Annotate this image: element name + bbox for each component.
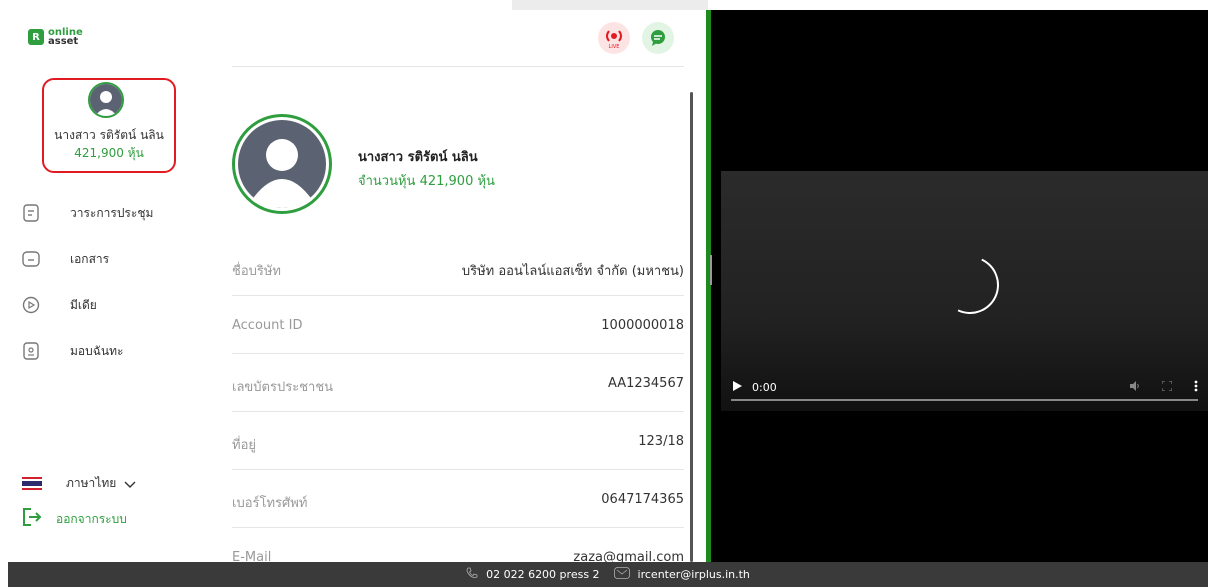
info-row-company: ชื่อบริษัท บริษัท ออนไลน์แอสเซ็ท จำกัด (…: [232, 238, 684, 296]
info-value: 1000000018: [601, 318, 684, 333]
sidebar-item-documents[interactable]: เอกสาร: [22, 236, 153, 282]
avatar: [88, 82, 124, 118]
loading-spinner-icon: [932, 247, 1008, 323]
info-value: 0647174365: [601, 492, 684, 507]
volume-icon[interactable]: [1130, 380, 1140, 394]
footer-email[interactable]: ircenter@irplus.in.th: [638, 568, 750, 581]
video-player[interactable]: 0:00: [711, 10, 1208, 562]
logout-label: ออกจากระบบ: [56, 511, 127, 526]
chevron-down-icon: [124, 474, 136, 493]
info-label: ชื่อบริษัท: [232, 264, 282, 279]
more-options-icon[interactable]: [1194, 380, 1198, 395]
footer-phone: 02 022 6200 press 2: [486, 568, 600, 581]
top-gray-strip: [512, 0, 708, 10]
language-selector[interactable]: ภาษาไทย: [22, 474, 136, 493]
logo-mark-icon: R: [28, 29, 44, 45]
profile-shares: จำนวนหุ้น 421,900 หุ้น: [358, 174, 495, 189]
user-silhouette-icon: [238, 120, 326, 208]
play-icon[interactable]: [733, 380, 742, 394]
profile-name: นางสาว รติรัตน์ นลิน: [54, 128, 164, 142]
play-circle-icon: [22, 296, 40, 314]
info-label: เบอร์โทรศัพท์: [232, 496, 308, 511]
profile-info-table: ชื่อบริษัท บริษัท ออนไลน์แอสเซ็ท จำกัด (…: [232, 238, 684, 586]
profile-shares: 421,900 หุ้น: [74, 146, 144, 160]
sidebar-item-label: วาระการประชุม: [70, 205, 154, 220]
logout-button[interactable]: ออกจากระบบ: [22, 508, 127, 530]
profile-panel: LIVE นางสาว รติรัตน์ นลิน จำนวนหุ้น 421,…: [210, 10, 706, 565]
profile-name: นางสาว รติรัตน์ นลิน: [358, 150, 478, 165]
sidebar-item-label: มอบฉันทะ: [70, 343, 124, 358]
sidebar-item-agenda[interactable]: วาระการประชุม: [22, 190, 153, 236]
info-value: AA1234567: [607, 376, 684, 391]
agenda-icon: [22, 204, 40, 222]
chat-button[interactable]: [642, 22, 674, 54]
chat-bubble-icon: [651, 30, 665, 46]
info-value: บริษัท ออนไลน์แอสเซ็ท จำกัด (มหาชน): [461, 264, 684, 279]
email-icon: [613, 567, 630, 582]
sidebar-item-proxy[interactable]: มอบฉันทะ: [22, 328, 153, 374]
video-progress-bar[interactable]: [731, 399, 1198, 401]
logo[interactable]: R online asset: [28, 28, 83, 47]
info-label: ที่อยู่: [232, 438, 256, 453]
proxy-document-icon: [22, 342, 40, 360]
header-actions: LIVE: [598, 22, 674, 54]
svg-text:LIVE: LIVE: [609, 44, 620, 50]
thai-flag-icon: [22, 476, 42, 491]
scrollbar[interactable]: [690, 92, 693, 562]
language-label: ภาษาไทย: [66, 476, 117, 490]
info-row-address: ที่อยู่ 123/18: [232, 412, 684, 470]
resize-handle[interactable]: [710, 255, 712, 285]
sidebar-item-label: มีเดีย: [70, 297, 97, 312]
info-row-id-card: เลขบัตรประชาชน AA1234567: [232, 354, 684, 412]
folder-icon: [22, 250, 40, 268]
video-controls: 0:00: [721, 372, 1198, 402]
info-row-account-id: Account ID 1000000018: [232, 296, 684, 354]
info-row-phone: เบอร์โทรศัพท์ 0647174365: [232, 470, 684, 528]
logo-text-line2: asset: [48, 36, 79, 47]
sidebar-item-label: เอกสาร: [70, 251, 110, 266]
video-time: 0:00: [752, 380, 777, 394]
logout-icon: [22, 508, 42, 530]
avatar-large: [232, 114, 332, 214]
header-divider: [232, 66, 684, 67]
live-button[interactable]: LIVE: [598, 22, 630, 54]
fullscreen-icon[interactable]: [1161, 380, 1173, 394]
sidebar-item-media[interactable]: มีเดีย: [22, 282, 153, 328]
info-value: 123/18: [638, 434, 684, 449]
profile-summary: นางสาว รติรัตน์ นลิน 421,900 หุ้น: [42, 78, 176, 173]
sidebar: R online asset นางสาว รติรัตน์ นลิน 421,…: [0, 0, 210, 562]
live-icon: LIVE: [606, 30, 622, 50]
phone-icon: [466, 567, 478, 582]
footer: 02 022 6200 press 2 ircenter@irplus.in.t…: [8, 562, 1208, 587]
info-label: Account ID: [232, 318, 303, 333]
info-label: เลขบัตรประชาชน: [232, 380, 334, 395]
user-silhouette-icon: [90, 84, 122, 116]
sidebar-nav: วาระการประชุม เอกสาร มีเดีย มอบฉันทะ: [22, 190, 153, 374]
